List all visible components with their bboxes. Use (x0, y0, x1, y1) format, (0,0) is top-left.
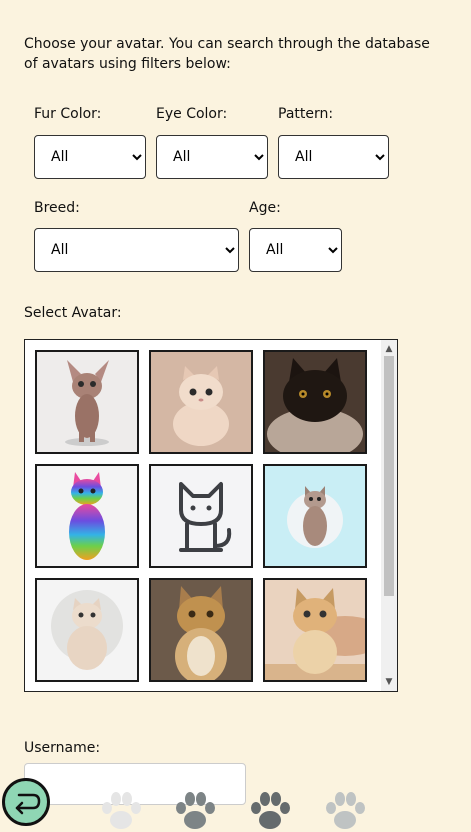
breed-label: Breed: (34, 200, 80, 216)
return-arrow-icon (15, 793, 41, 815)
rainbow-cat-icon (37, 466, 137, 566)
paw-icon (102, 792, 141, 829)
avatar-tile[interactable] (35, 350, 139, 454)
paw-icon (326, 792, 365, 829)
eye-color-select[interactable]: All (156, 135, 268, 179)
avatar-tile[interactable] (149, 578, 253, 682)
avatar-tile[interactable] (149, 350, 253, 454)
avatar-tile[interactable] (35, 578, 139, 682)
sand-cat-icon (265, 580, 365, 680)
tabby-kitten-icon (265, 466, 365, 566)
eye-color-label: Eye Color: (156, 106, 228, 122)
select-avatar-label: Select Avatar: (24, 305, 122, 321)
avatar-grid[interactable]: ▲ ▼ (24, 339, 398, 692)
scroll-up-icon[interactable]: ▲ (381, 342, 397, 356)
paw-icon (251, 792, 290, 829)
avatar-grid-scrollbar[interactable]: ▲ ▼ (381, 340, 397, 691)
age-label: Age: (249, 200, 281, 216)
breed-select[interactable]: All (34, 228, 239, 272)
scroll-thumb[interactable] (384, 356, 394, 596)
wild-cat-icon (151, 580, 251, 680)
sphynx-cat-icon (37, 352, 137, 452)
avatar-tile[interactable] (263, 464, 367, 568)
back-button[interactable] (2, 778, 50, 826)
avatar-tile[interactable] (263, 578, 367, 682)
fur-color-label: Fur Color: (34, 106, 102, 122)
avatar-tile[interactable] (149, 464, 253, 568)
pattern-label: Pattern: (278, 106, 334, 122)
pattern-select[interactable]: All (278, 135, 389, 179)
line-art-cat-icon (151, 466, 251, 566)
age-select[interactable]: All (249, 228, 342, 272)
cream-chubby-cat-icon (151, 352, 251, 452)
british-shorthair-cat-icon (37, 580, 137, 680)
avatar-tile[interactable] (263, 350, 367, 454)
avatar-tile[interactable] (35, 464, 139, 568)
username-label: Username: (24, 740, 101, 756)
fur-color-select[interactable]: All (34, 135, 146, 179)
black-fluffy-cat-icon (265, 352, 365, 452)
intro-text: Choose your avatar. You can search throu… (24, 36, 430, 72)
scroll-down-icon[interactable]: ▼ (381, 675, 397, 689)
paw-icon (176, 792, 215, 829)
